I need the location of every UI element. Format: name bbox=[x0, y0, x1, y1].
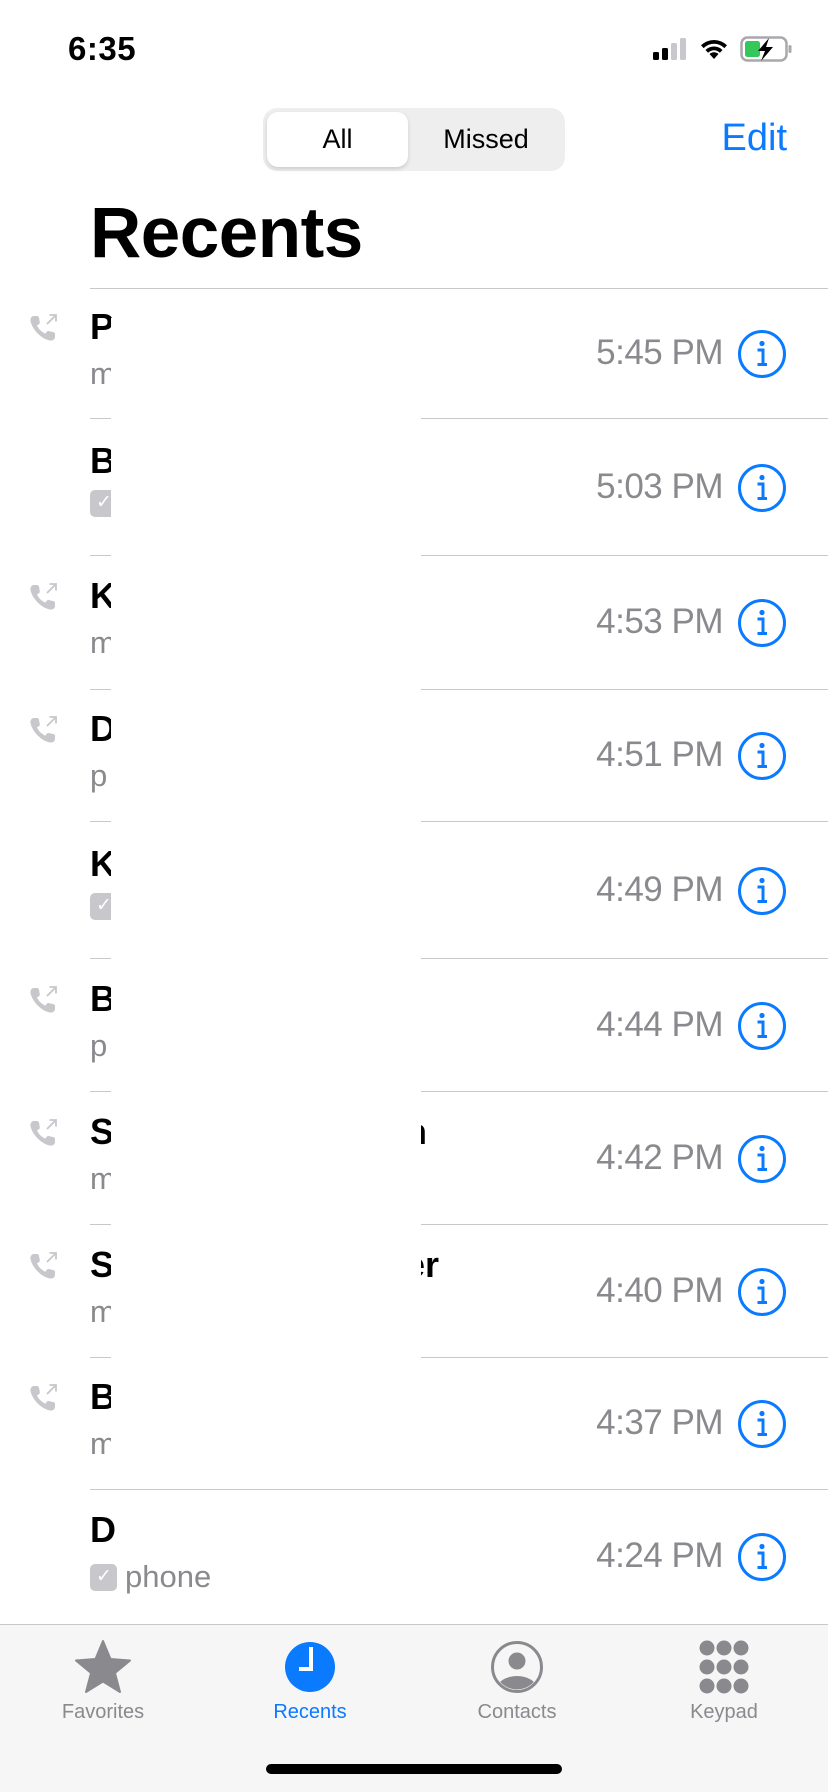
keypad-icon bbox=[699, 1640, 749, 1694]
tab-label: Favorites bbox=[61, 1701, 145, 1723]
call-time: 5:45 PM bbox=[596, 332, 723, 372]
call-time: 5:03 PM bbox=[596, 466, 723, 506]
segment-all[interactable]: All bbox=[267, 112, 408, 167]
info-icon-button[interactable] bbox=[737, 731, 787, 781]
status-bar-time: 6:35 bbox=[68, 30, 137, 67]
outgoing-call-icon bbox=[27, 1117, 59, 1149]
call-row[interactable]: Dphone 4:24 PM bbox=[0, 1490, 828, 1624]
home-indicator[interactable] bbox=[266, 1764, 562, 1774]
edit-button[interactable]: Edit bbox=[722, 117, 787, 160]
info-icon-button[interactable] bbox=[737, 463, 787, 513]
info-icon-button[interactable] bbox=[737, 598, 787, 648]
call-time: 4:42 PM bbox=[596, 1137, 723, 1177]
tab-recents[interactable]: Recents bbox=[230, 1639, 390, 1724]
outgoing-call-icon bbox=[27, 714, 59, 746]
page-title: Recents bbox=[90, 194, 363, 273]
outgoing-call-icon bbox=[27, 312, 59, 344]
info-icon-button[interactable] bbox=[737, 329, 787, 379]
star-icon bbox=[75, 1640, 131, 1693]
info-icon-button[interactable] bbox=[737, 1532, 787, 1582]
tab-favorites[interactable]: Favorites bbox=[23, 1639, 183, 1724]
call-filter-segmented-control: All Missed bbox=[263, 108, 565, 171]
call-time: 4:49 PM bbox=[596, 869, 723, 909]
segment-missed[interactable]: Missed bbox=[411, 112, 561, 167]
person-circle-icon bbox=[491, 1641, 543, 1693]
info-icon-button[interactable] bbox=[737, 1134, 787, 1184]
outgoing-call-icon bbox=[27, 1382, 59, 1414]
tab-label: Contacts bbox=[477, 1701, 557, 1723]
call-time: 4:24 PM bbox=[596, 1536, 723, 1575]
call-type-label: p bbox=[90, 1028, 107, 1064]
outgoing-call-icon bbox=[27, 1250, 59, 1282]
clock-icon bbox=[285, 1642, 335, 1692]
call-time: 4:51 PM bbox=[596, 735, 723, 774]
info-icon-button[interactable] bbox=[737, 1267, 787, 1317]
call-time: 4:37 PM bbox=[596, 1403, 723, 1442]
outgoing-call-icon bbox=[27, 984, 59, 1016]
redaction-overlay bbox=[111, 318, 421, 1483]
status-bar-icons bbox=[652, 36, 794, 62]
tab-label: Keypad bbox=[690, 1701, 758, 1723]
battery-charging-icon bbox=[740, 36, 792, 62]
info-icon-button[interactable] bbox=[737, 1399, 787, 1449]
checkbox-badge-icon bbox=[90, 1563, 117, 1591]
call-type-text: p bbox=[90, 1027, 108, 1063]
call-time: 4:53 PM bbox=[596, 602, 723, 641]
call-time: 4:44 PM bbox=[596, 1004, 723, 1044]
call-type-label: phone bbox=[90, 1559, 211, 1595]
info-icon-button[interactable] bbox=[737, 1001, 787, 1051]
tab-contacts[interactable]: Contacts bbox=[437, 1639, 597, 1724]
tab-label: Recents bbox=[273, 1701, 347, 1723]
wifi-icon bbox=[701, 39, 727, 59]
outgoing-call-icon bbox=[27, 581, 59, 613]
call-time: 4:40 PM bbox=[596, 1270, 723, 1310]
caller-name: D bbox=[90, 1509, 116, 1550]
info-icon-button[interactable] bbox=[737, 866, 787, 916]
cellular-signal-icon bbox=[653, 38, 686, 60]
call-type-text: phone bbox=[125, 1559, 212, 1594]
tab-keypad[interactable]: Keypad bbox=[644, 1639, 804, 1724]
call-type-label: p bbox=[90, 758, 107, 794]
call-type-text: p bbox=[90, 758, 108, 793]
